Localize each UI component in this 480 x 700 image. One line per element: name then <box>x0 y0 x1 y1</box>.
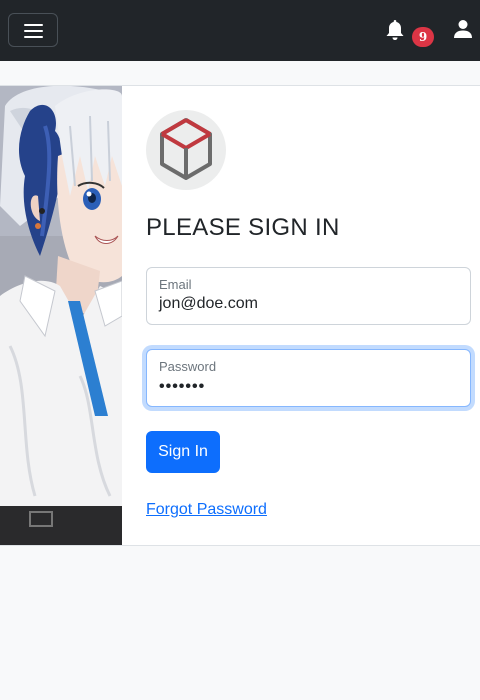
cube-logo-icon <box>160 118 212 180</box>
anime-character-illustration <box>0 86 122 545</box>
notification-badge: 9 <box>412 27 434 47</box>
password-field[interactable]: Password ••••••• <box>146 349 471 407</box>
email-label: Email <box>159 277 192 292</box>
hamburger-line <box>24 30 43 32</box>
sign-in-button[interactable]: Sign In <box>146 431 220 473</box>
login-form: PLEASE SIGN IN Email jon@doe.com Passwor… <box>146 86 480 545</box>
menu-toggle-button[interactable] <box>8 13 58 47</box>
email-input[interactable]: jon@doe.com <box>159 295 258 313</box>
bell-icon[interactable] <box>385 19 405 41</box>
forgot-password-link[interactable]: Forgot Password <box>146 501 267 519</box>
email-field[interactable]: Email jon@doe.com <box>146 267 471 325</box>
password-input[interactable]: ••••••• <box>159 378 205 396</box>
logo-badge <box>146 110 226 190</box>
login-card: PLEASE SIGN IN Email jon@doe.com Passwor… <box>0 85 480 546</box>
top-navbar: 9 <box>0 0 480 61</box>
hamburger-menu-icon <box>24 24 43 26</box>
hamburger-line <box>24 36 43 38</box>
page-title: PLEASE SIGN IN <box>146 214 340 241</box>
password-label: Password <box>159 359 217 374</box>
person-icon[interactable] <box>453 19 473 39</box>
